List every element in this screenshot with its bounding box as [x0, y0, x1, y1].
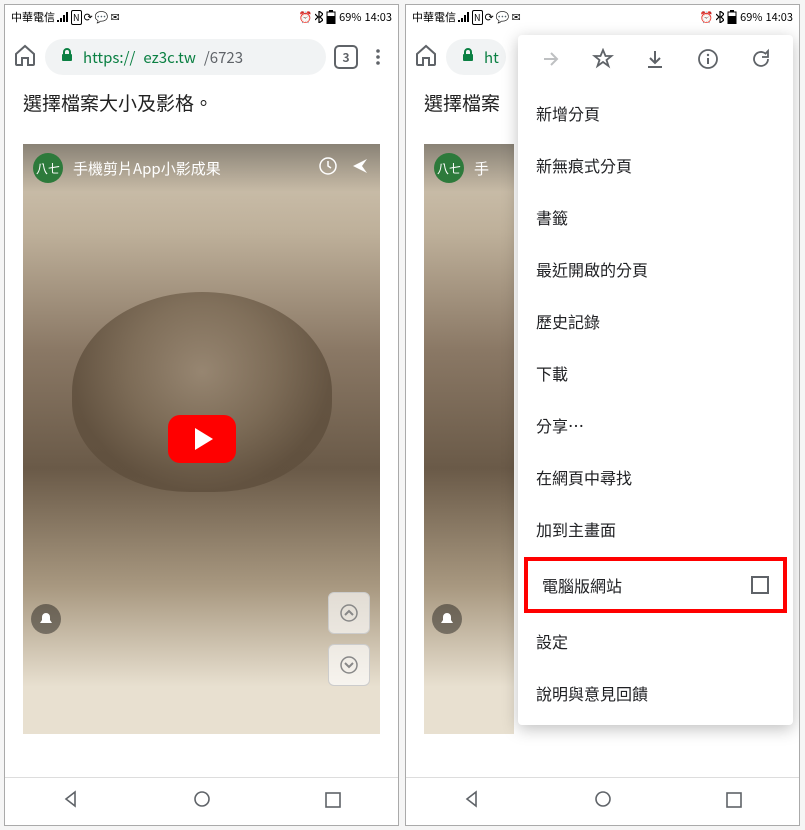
lock-icon [59, 47, 75, 68]
recent-button[interactable] [725, 790, 743, 814]
alarm-icon: ⏰ [298, 9, 312, 25]
menu-incognito[interactable]: 新無痕式分頁 [518, 139, 793, 191]
signal-icon [458, 12, 470, 22]
alarm-icon: ⏰ [699, 9, 713, 25]
carrier-label: 中華電信 [412, 9, 456, 25]
battery-icon [727, 10, 737, 24]
home-button[interactable] [192, 789, 212, 814]
scroll-down-button[interactable] [328, 644, 370, 686]
reload-icon[interactable] [750, 48, 772, 75]
video-title: 手機剪片App小影成果 [73, 158, 308, 179]
menu-label: 電腦版網站 [542, 573, 622, 597]
chat-icon: 💬 [496, 9, 510, 25]
menu-label: 書籤 [536, 205, 568, 229]
mail-icon: ✉ [511, 9, 520, 25]
menu-history[interactable]: 歷史記錄 [518, 295, 793, 347]
menu-new-tab[interactable]: 新增分頁 [518, 87, 793, 139]
overflow-menu: 新增分頁 新無痕式分頁 書籤 最近開啟的分頁 歷史記錄 下載 分享… 在網頁中尋… [518, 35, 793, 725]
tab-count-label: 3 [342, 49, 349, 66]
menu-label: 說明與意見回饋 [536, 681, 648, 705]
scroll-up-button[interactable] [328, 592, 370, 634]
menu-downloads[interactable]: 下載 [518, 347, 793, 399]
menu-label: 加到主畫面 [536, 517, 616, 541]
signal-icon [57, 12, 69, 22]
url-host: ez3c.tw [143, 47, 196, 68]
menu-label: 設定 [536, 629, 568, 653]
home-button[interactable] [593, 789, 613, 814]
play-button[interactable] [168, 415, 236, 463]
menu-bookmarks[interactable]: 書籤 [518, 191, 793, 243]
home-icon[interactable] [13, 43, 37, 72]
channel-avatar[interactable]: 八七 [434, 153, 464, 183]
menu-label: 新增分頁 [536, 101, 600, 125]
menu-settings[interactable]: 設定 [518, 615, 793, 667]
page-text: 選擇檔案大小及影格。 [5, 85, 398, 126]
battery-pct: 69% [740, 9, 762, 25]
nfc-icon: N [71, 10, 82, 25]
menu-label: 歷史記錄 [536, 309, 600, 333]
share-icon[interactable] [350, 156, 370, 181]
url-path: /6723 [204, 47, 243, 68]
browser-toolbar: https:// ez3c.tw/6723 3 [5, 29, 398, 85]
battery-pct: 69% [339, 9, 361, 25]
lock-icon [460, 47, 476, 68]
nav-bar [406, 777, 799, 825]
menu-label: 在網頁中尋找 [536, 465, 632, 489]
notification-badge[interactable] [31, 604, 61, 634]
video-header: 八七 手機剪片App小影成果 [23, 144, 380, 192]
download-icon[interactable] [644, 48, 666, 75]
menu-help[interactable]: 說明與意見回饋 [518, 667, 793, 719]
menu-share[interactable]: 分享… [518, 399, 793, 451]
mail-icon: ✉ [110, 9, 119, 25]
carrier-label: 中華電信 [11, 9, 55, 25]
overflow-menu-button[interactable] [366, 45, 390, 69]
url-scheme-cut: ht [484, 47, 499, 68]
bluetooth-icon [716, 11, 724, 23]
url-scheme: https:// [83, 47, 135, 68]
forward-icon[interactable] [539, 48, 561, 75]
menu-label: 分享… [536, 413, 584, 437]
star-icon[interactable] [592, 48, 614, 75]
menu-label: 下載 [536, 361, 568, 385]
menu-recent-tabs[interactable]: 最近開啟的分頁 [518, 243, 793, 295]
battery-icon [326, 10, 336, 24]
phone-left: 中華電信 N ⟳ 💬 ✉ ⏰ 69% 14:03 [4, 4, 399, 826]
back-button[interactable] [462, 789, 482, 814]
menu-label: 新無痕式分頁 [536, 153, 632, 177]
recent-button[interactable] [324, 790, 342, 814]
video-header: 八七 手 [424, 144, 514, 192]
notification-badge[interactable] [432, 604, 462, 634]
chat-icon: 💬 [95, 9, 109, 25]
info-icon[interactable] [697, 48, 719, 75]
sync-icon: ⟳ [485, 9, 494, 25]
nav-bar [5, 777, 398, 825]
home-icon[interactable] [414, 43, 438, 72]
youtube-embed[interactable]: 八七 手 [424, 144, 514, 734]
page-content: 選擇檔案大小及影格。 八七 手機剪片App小影成果 [5, 85, 398, 777]
menu-desktop-site[interactable]: 電腦版網站 [528, 561, 783, 609]
time-label: 14:03 [766, 9, 793, 25]
status-bar: 中華電信 N ⟳ 💬 ✉ ⏰ 69% 14:03 [5, 5, 398, 29]
phone-right: 中華電信 N ⟳ 💬 ✉ ⏰ 69% 14:03 ht 選擇檔案 八七 手 [405, 4, 800, 826]
menu-find[interactable]: 在網頁中尋找 [518, 451, 793, 503]
video-title-cut: 手 [474, 158, 504, 179]
time-label: 14:03 [365, 9, 392, 25]
status-bar: 中華電信 N ⟳ 💬 ✉ ⏰ 69% 14:03 [406, 5, 799, 29]
highlight-desktop-site: 電腦版網站 [524, 557, 787, 613]
menu-label: 最近開啟的分頁 [536, 257, 648, 281]
channel-avatar[interactable]: 八七 [33, 153, 63, 183]
sync-icon: ⟳ [84, 9, 93, 25]
youtube-embed[interactable]: 八七 手機剪片App小影成果 [23, 144, 380, 734]
menu-icon-row [518, 35, 793, 87]
desktop-site-checkbox[interactable] [751, 576, 769, 594]
menu-add-homescreen[interactable]: 加到主畫面 [518, 503, 793, 555]
url-bar[interactable]: https:// ez3c.tw/6723 [45, 39, 326, 75]
bluetooth-icon [315, 11, 323, 23]
watch-later-icon[interactable] [318, 156, 338, 181]
back-button[interactable] [61, 789, 81, 814]
url-bar[interactable]: ht [446, 39, 506, 75]
nfc-icon: N [472, 10, 483, 25]
tab-switcher[interactable]: 3 [334, 45, 358, 69]
